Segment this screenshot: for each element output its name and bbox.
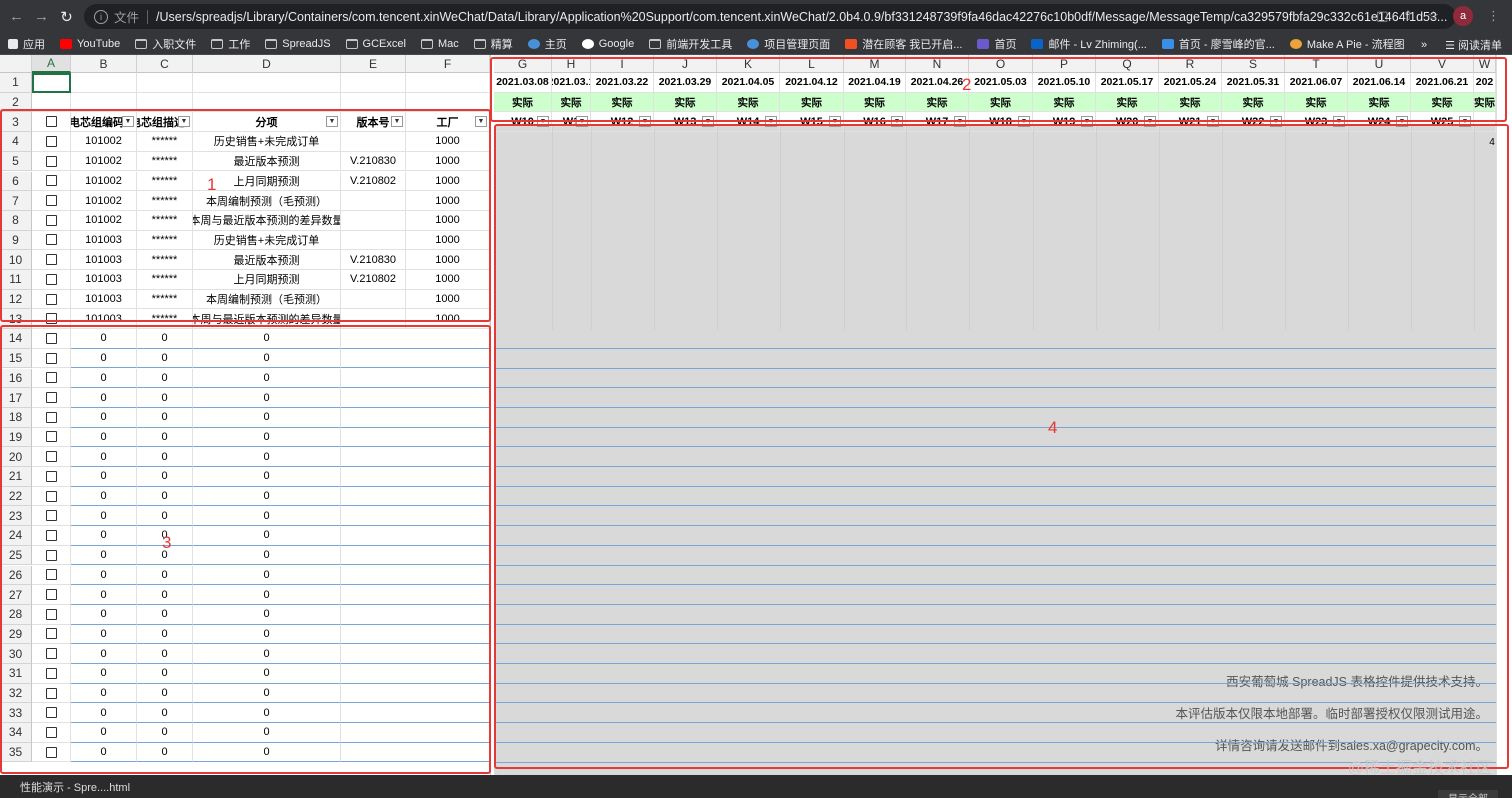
- bookmark-apps[interactable]: 应用: [8, 36, 45, 52]
- info-icon[interactable]: i: [94, 9, 108, 24]
- apps-grid-icon: [8, 38, 18, 49]
- youtube-icon: [60, 38, 72, 49]
- forward-arrow-icon[interactable]: →: [29, 4, 54, 29]
- annotation-label-1: 1: [207, 175, 217, 194]
- bookmark-folder[interactable]: Mac: [420, 38, 459, 50]
- bookmark-homepage[interactable]: 首页: [977, 36, 1016, 52]
- google-icon: [581, 38, 594, 49]
- folder-icon: [211, 38, 224, 49]
- microsoft-icon: [845, 38, 858, 49]
- bookmark-folder[interactable]: 工作: [211, 36, 250, 52]
- menu-dots-icon[interactable]: ⋮: [1487, 8, 1500, 24]
- rocket-icon: [1161, 38, 1174, 49]
- translate-icon[interactable]: ◫: [1376, 8, 1388, 24]
- column-header[interactable]: D: [193, 55, 341, 73]
- bookmark-home[interactable]: 主页: [527, 36, 567, 52]
- folder-icon: [135, 38, 148, 49]
- site-icon: [977, 38, 990, 49]
- column-header[interactable]: B: [71, 55, 137, 73]
- reload-icon[interactable]: ↻: [54, 4, 79, 29]
- url-scheme-label: 文件: [114, 11, 140, 25]
- annotation-label-2: 2: [962, 75, 972, 94]
- column-header[interactable]: E: [341, 55, 406, 73]
- folder-icon: [265, 38, 278, 49]
- bookmark-makeapie[interactable]: Make A Pie - 流程图: [1289, 36, 1405, 52]
- more-bookmarks-icon[interactable]: »: [1421, 39, 1427, 51]
- address-divider: [147, 9, 149, 24]
- annotation-box-2: [490, 57, 1507, 122]
- show-all-downloads-button[interactable]: 显示全部: [1438, 790, 1498, 798]
- bookmark-folder[interactable]: GCExcel: [345, 38, 406, 50]
- empty-cell[interactable]: [137, 73, 193, 93]
- folder-icon: [473, 38, 486, 49]
- pie-icon: [1289, 38, 1302, 49]
- bookmark-liaoxuefeng[interactable]: 首页 - 廖雪峰的官...: [1161, 36, 1275, 52]
- bookmarks-bar: 应用 YouTube 入职文件 工作 SpreadJS GCExcel Mac …: [0, 33, 1512, 55]
- annotation-box-4: [494, 124, 1509, 769]
- empty-cell[interactable]: [193, 73, 341, 93]
- folder-icon: [345, 38, 358, 49]
- column-header[interactable]: C: [137, 55, 193, 73]
- toolbar-actions: ◫ ⇧ ☆ a ⋮: [1376, 6, 1500, 26]
- bookmark-google[interactable]: Google: [581, 38, 634, 50]
- project-site-icon: [747, 38, 760, 49]
- watermark: @稀土掘金技术社区: [1347, 760, 1492, 777]
- star-icon[interactable]: ☆: [1427, 8, 1439, 24]
- share-icon[interactable]: ⇧: [1402, 8, 1413, 24]
- folder-icon: [420, 38, 433, 49]
- empty-cell[interactable]: [406, 73, 490, 93]
- bookmark-leads[interactable]: 潜在顾客 我已开启...: [845, 36, 962, 52]
- bookmark-folder[interactable]: 精算: [473, 36, 513, 52]
- select-all-corner[interactable]: [0, 55, 32, 73]
- bookmark-youtube[interactable]: YouTube: [60, 38, 120, 50]
- folder-icon: [649, 38, 662, 49]
- browser-toolbar: ← → ↻ i 文件 /Users/spreadjs/Library/Conta…: [0, 0, 1512, 33]
- column-header[interactable]: F: [406, 55, 490, 73]
- bookmark-mail[interactable]: 邮件 - Lv Zhiming(...: [1031, 36, 1147, 52]
- bookmark-folder[interactable]: SpreadJS: [265, 38, 331, 50]
- bookmark-folder[interactable]: 入职文件: [135, 36, 196, 52]
- profile-avatar[interactable]: a: [1453, 6, 1473, 26]
- annotation-label-4: 4: [1048, 418, 1058, 437]
- row-header[interactable]: 1: [0, 73, 32, 93]
- address-bar[interactable]: i 文件 /Users/spreadjs/Library/Containers/…: [84, 4, 1456, 29]
- empty-cell[interactable]: [71, 73, 137, 93]
- empty-cell[interactable]: [341, 73, 406, 93]
- bookmark-projects[interactable]: 项目管理页面: [747, 36, 830, 52]
- annotation-box-3: [0, 325, 491, 774]
- bookmarks-right: » ☰ 阅读清单: [1421, 37, 1502, 53]
- reading-list[interactable]: ☰ 阅读清单: [1445, 37, 1502, 53]
- downloads-bar: 性能演示 - Spre....html: [0, 775, 1512, 798]
- active-cell[interactable]: [32, 73, 71, 93]
- annotation-box-1: [0, 109, 491, 322]
- download-item[interactable]: 性能演示 - Spre....html: [20, 779, 130, 795]
- annotation-label-3: 3: [162, 533, 172, 552]
- url-text[interactable]: /Users/spreadjs/Library/Containers/com.t…: [156, 10, 1447, 24]
- bookmark-folder[interactable]: 前端开发工具: [649, 36, 732, 52]
- outlook-icon: [1031, 38, 1044, 49]
- back-arrow-icon[interactable]: ←: [4, 4, 29, 29]
- column-header[interactable]: A: [32, 55, 71, 73]
- home-site-icon: [527, 38, 540, 49]
